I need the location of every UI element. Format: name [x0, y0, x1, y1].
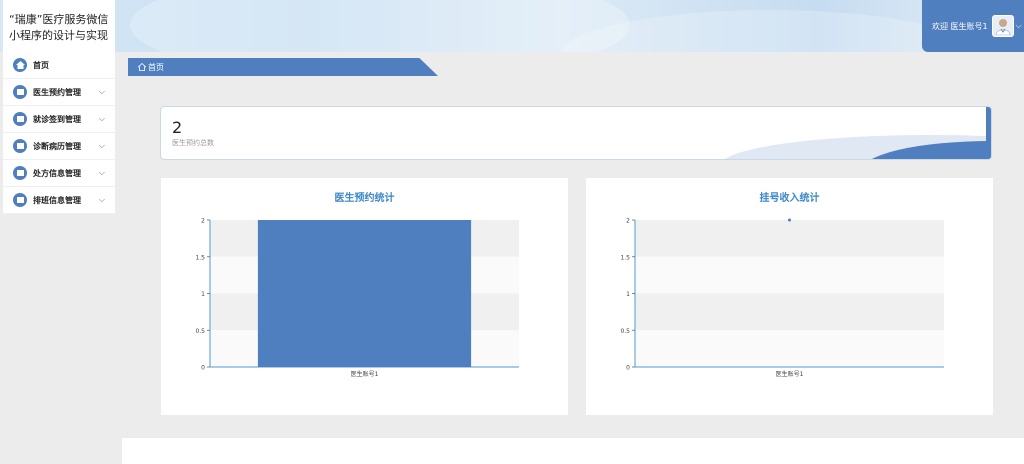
- income-chart-panel: 挂号收入统计 0 0.5 1 1.5 2 医生账号1: [586, 178, 993, 415]
- y-tick-label: 0.5: [195, 328, 205, 335]
- grid-band: [635, 330, 944, 367]
- stat-value: 2: [172, 118, 183, 137]
- schedule-icon: [13, 193, 27, 207]
- sidebar-item-label: 诊断病历管理: [33, 141, 81, 151]
- chevron-down-icon[interactable]: ⌵: [1016, 21, 1022, 31]
- x-tick-label: 医生账号1: [351, 370, 379, 378]
- home-icon[interactable]: [138, 63, 146, 71]
- sidebar: “瑞康”医疗服务微信小程序的设计与实现 首页 医生预约管理 ⌵ 就诊签到管理 ⌵…: [3, 0, 115, 214]
- sidebar-item-label: 就诊签到管理: [33, 114, 81, 124]
- y-tick-label: 2: [201, 218, 205, 225]
- home-icon: [13, 58, 27, 72]
- y-tick-label: 2: [626, 218, 630, 225]
- sidebar-item-appointment[interactable]: 医生预约管理 ⌵: [3, 79, 115, 106]
- checkin-icon: [13, 112, 27, 126]
- user-menu[interactable]: 欢迎 医生账号1 ⌵: [922, 0, 1024, 52]
- doctor-avatar-icon[interactable]: [991, 15, 1014, 37]
- appointment-chart-panel: 医生预约统计 0 0.5 1 1.5 2 医生账号1: [161, 178, 568, 415]
- stat-label: 医生预约总数: [172, 139, 214, 147]
- appointment-total-card: 2 医生预约总数: [160, 106, 992, 160]
- sidebar-item-records[interactable]: 诊断病历管理 ⌵: [3, 133, 115, 160]
- chevron-down-icon: ⌵: [98, 114, 105, 123]
- welcome-text: 欢迎 医生账号1: [932, 21, 988, 31]
- data-point: [788, 218, 791, 222]
- y-tick-label: 0: [201, 365, 205, 372]
- y-tick-label: 1: [201, 291, 205, 298]
- prescription-icon: [13, 166, 27, 180]
- y-tick-label: 0.5: [620, 328, 630, 335]
- grid-band: [635, 220, 944, 257]
- grid-band: [635, 293, 944, 331]
- top-header: [0, 0, 1024, 52]
- breadcrumb-home-link[interactable]: 首页: [148, 62, 164, 73]
- chevron-down-icon: ⌵: [98, 168, 105, 177]
- sidebar-item-label: 首页: [33, 60, 49, 70]
- chevron-down-icon: ⌵: [98, 141, 105, 150]
- appointment-icon: [13, 85, 27, 99]
- sidebar-item-schedule[interactable]: 排班信息管理 ⌵: [3, 187, 115, 214]
- income-line-chart: 0 0.5 1 1.5 2 医生账号1: [620, 218, 944, 378]
- footer-area: [122, 438, 1024, 464]
- sidebar-item-checkin[interactable]: 就诊签到管理 ⌵: [3, 106, 115, 133]
- grid-band: [635, 256, 944, 294]
- sidebar-item-label: 医生预约管理: [33, 87, 81, 97]
- chevron-down-icon: ⌵: [98, 87, 105, 96]
- y-tick-label: 0: [626, 365, 630, 372]
- app-title: “瑞康”医疗服务微信小程序的设计与实现: [9, 13, 109, 42]
- appointment-bar-chart: 0 0.5 1 1.5 2 医生账号1: [195, 218, 519, 378]
- record-icon: [13, 139, 27, 153]
- header-decoration: [130, 0, 630, 52]
- breadcrumb: 首页: [128, 58, 438, 76]
- y-tick-label: 1.5: [620, 254, 630, 261]
- chevron-down-icon: ⌵: [98, 195, 105, 204]
- sidebar-item-label: 处方信息管理: [33, 168, 81, 178]
- bar: [257, 220, 472, 367]
- y-tick-label: 1.5: [195, 254, 205, 261]
- y-tick-label: 1: [626, 291, 630, 298]
- sidebar-item-prescription[interactable]: 处方信息管理 ⌵: [3, 160, 115, 187]
- card-edge: [986, 107, 991, 159]
- sidebar-item-label: 排班信息管理: [33, 195, 81, 205]
- x-tick-label: 医生账号1: [776, 370, 804, 378]
- sidebar-item-home[interactable]: 首页: [3, 52, 115, 79]
